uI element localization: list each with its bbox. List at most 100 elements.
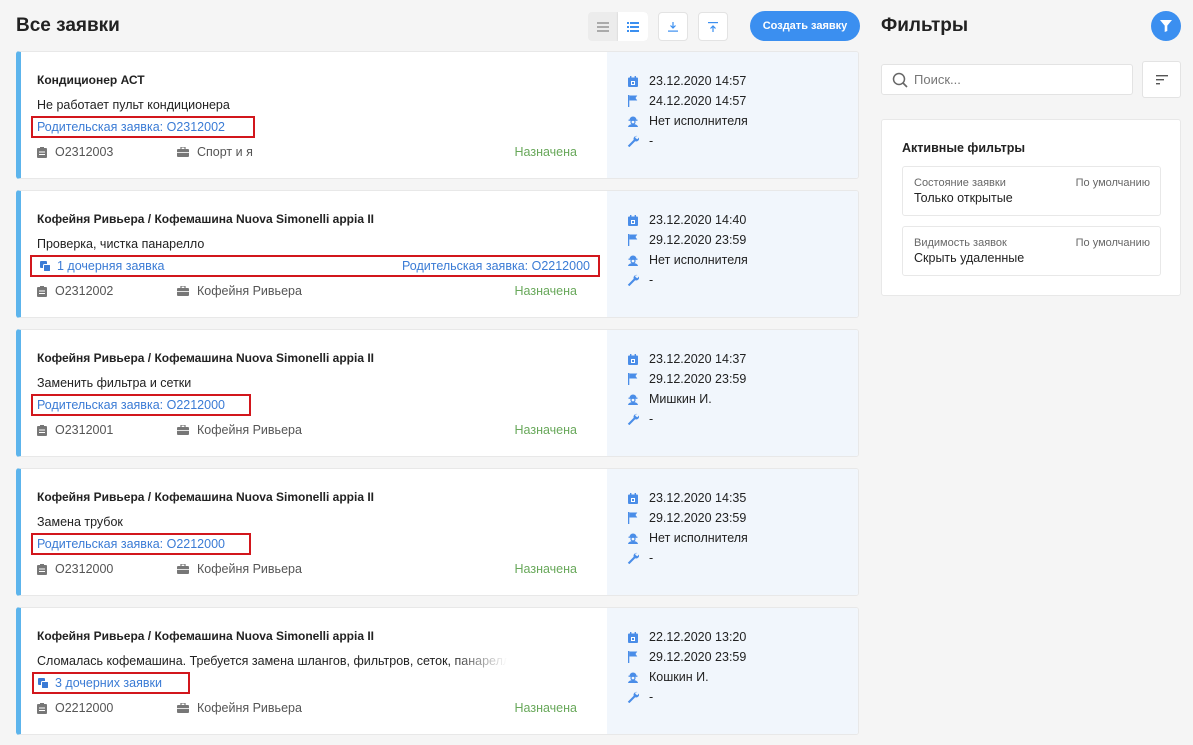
deadline-date: 29.12.2020 23:59 [627,650,746,664]
child-requests-link[interactable]: 3 дочерних заявки [38,676,162,690]
wrench-icon [627,691,639,703]
request-card[interactable]: Кофейня Ривьера / Кофемашина Nuova Simon… [16,329,859,457]
upload-button[interactable] [698,12,728,41]
card-description: Не работает пульт кондиционера [37,98,230,112]
card-main: Кофейня Ривьера / Кофемашина Nuova Simon… [21,469,607,595]
request-number: О2312003 [37,145,177,159]
deadline-date-value: 29.12.2020 23:59 [649,372,747,386]
card-details: 23.12.2020 14:57 24.12.2020 14:57 Нет испо… [607,52,858,178]
sort-button[interactable] [1142,61,1181,98]
client-name: Кофейня Ривьера [177,423,302,437]
calendar-icon [627,353,639,365]
child-requests-link[interactable]: 1 дочерняя заявка [40,259,165,273]
view-compact-button[interactable] [588,12,618,41]
deadline-date-value: 29.12.2020 23:59 [649,233,747,247]
request-card[interactable]: Кофейня Ривьера / Кофемашина Nuova Simon… [16,468,859,596]
download-button[interactable] [658,12,688,41]
executor-value: Нет исполнителя [649,531,748,545]
card-details: 23.12.2020 14:35 29.12.2020 23:59 Нет испо… [607,469,858,595]
request-number-value: О2312002 [55,284,114,298]
search-icon [892,72,908,88]
card-title: Кофейня Ривьера / Кофемашина Nuova Simon… [37,490,375,504]
card-main: Кофейня Ривьера / Кофемашина Nuova Simon… [21,330,607,456]
parent-request-link[interactable]: Родительская заявка: О2212000 [37,398,225,412]
calendar-icon [627,631,639,643]
wrench-icon [627,413,639,425]
filter-request-visibility[interactable]: Видимость заявок По умолчанию Скрыть уда… [902,226,1161,276]
deadline-date: 29.12.2020 23:59 [627,233,746,247]
clipboard-icon [37,424,47,436]
list-compact-icon [597,21,609,32]
upload-icon [708,21,718,32]
parent-request-link[interactable]: Родительская заявка: О2212000 [402,259,590,273]
filter-default: По умолчанию [1075,177,1150,189]
executor: Нет исполнителя [627,531,748,545]
client-name: Кофейня Ривьера [177,701,302,715]
request-card[interactable]: Кофейня Ривьера / Кофемашина Nuova Simon… [16,607,859,735]
search-input[interactable] [914,72,1114,87]
request-number-value: О2312000 [55,562,114,576]
card-details: 22.12.2020 13:20 29.12.2020 23:59 Кошкин И… [607,608,858,734]
work-type-value: - [649,273,654,287]
worker-icon [627,532,639,544]
flag-icon [627,651,639,663]
client-name: Спорт и я [177,145,253,159]
active-filters-panel: Активные фильтры Состояние заявки По умо… [881,119,1181,296]
request-number: О2312002 [37,284,177,298]
parent-request-link[interactable]: Родительская заявка: О2312002 [37,120,225,134]
executor-value: Мишкин И. [649,392,712,406]
briefcase-icon [177,286,189,296]
client-name-value: Кофейня Ривьера [197,423,302,437]
executor: Нет исполнителя [627,253,748,267]
request-number: О2212000 [37,701,177,715]
request-number: О2312001 [37,423,177,437]
work-type-value: - [649,690,654,704]
status-badge: Назначена [514,701,577,715]
deadline-date-value: 29.12.2020 23:59 [649,650,747,664]
card-details: 23.12.2020 14:40 29.12.2020 23:59 Нет испо… [607,191,858,317]
client-name-value: Кофейня Ривьера [197,701,302,715]
work-type-value: - [649,412,654,426]
filter-toggle-button[interactable] [1151,11,1181,41]
filter-request-state[interactable]: Состояние заявки По умолчанию Только отк… [902,166,1161,216]
request-number-value: О2312001 [55,423,114,437]
flag-icon [627,373,639,385]
executor: Мишкин И. [627,392,712,406]
deadline-date-value: 29.12.2020 23:59 [649,511,747,525]
status-badge: Назначена [514,423,577,437]
briefcase-icon [177,703,189,713]
work-type: - [627,134,653,148]
copy-icon [38,677,49,689]
search-box [881,64,1133,95]
card-description: Заменить фильтра и сетки [37,376,192,390]
created-date: 23.12.2020 14:37 [627,352,746,366]
create-request-button[interactable]: Создать заявку [750,11,860,41]
view-detailed-button[interactable] [618,12,648,41]
card-title: Кофейня Ривьера / Кофемашина Nuova Simon… [37,212,375,226]
card-description: Сломалась кофемашина. Требуется замена ш… [37,654,507,668]
request-card[interactable]: Кондиционер АСТ Не работает пульт кондици… [16,51,859,179]
work-type: - [627,273,653,287]
wrench-icon [627,274,639,286]
executor-value: Нет исполнителя [649,253,748,267]
briefcase-icon [177,147,189,157]
deadline-date-value: 24.12.2020 14:57 [649,94,747,108]
card-description: Замена трубок [37,515,123,529]
parent-request-link[interactable]: Родительская заявка: О2212000 [37,537,225,551]
card-meta: О2312003 Спорт и я [37,145,253,159]
worker-icon [627,115,639,127]
client-name: Кофейня Ривьера [177,562,302,576]
view-toggle [588,12,648,41]
work-type: - [627,412,653,426]
client-name-value: Спорт и я [197,145,253,159]
flag-icon [627,234,639,246]
request-card[interactable]: Кофейня Ривьера / Кофемашина Nuova Simon… [16,190,859,318]
status-badge: Назначена [514,562,577,576]
executor: Кошкин И. [627,670,709,684]
client-name-value: Кофейня Ривьера [197,284,302,298]
card-main: Кондиционер АСТ Не работает пульт кондици… [21,52,607,178]
card-main: Кофейня Ривьера / Кофемашина Nuova Simon… [21,608,607,734]
created-date: 23.12.2020 14:35 [627,491,746,505]
executor-value: Кошкин И. [649,670,709,684]
request-number: О2312000 [37,562,177,576]
